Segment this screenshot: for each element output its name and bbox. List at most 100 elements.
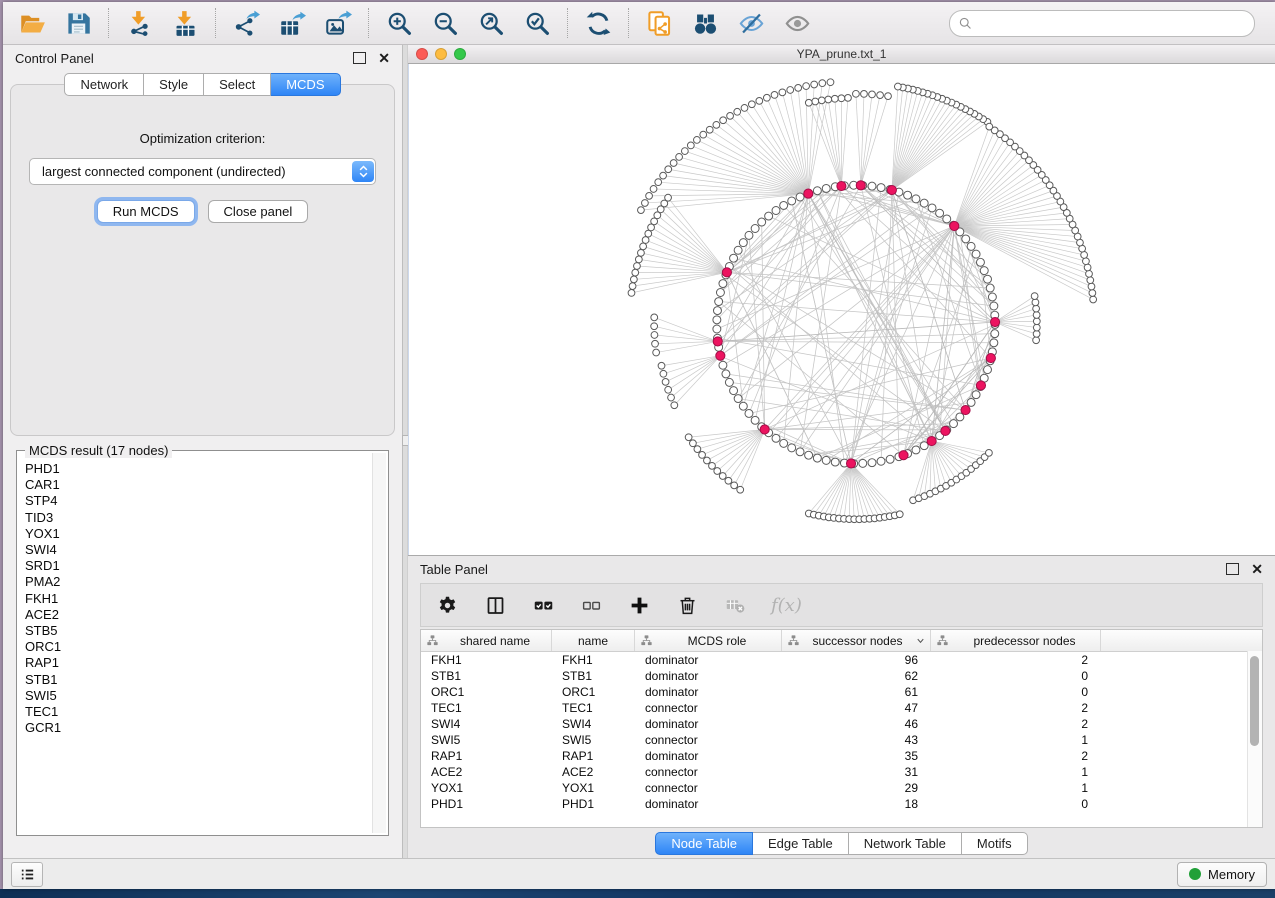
table-row[interactable]: ORC1ORC1dominator610 [421,684,1262,700]
table-row[interactable]: TEC1TEC1connector472 [421,700,1262,716]
table-toolbar-delete-row[interactable] [675,593,699,617]
table-toolbar-deselect-all[interactable] [579,593,603,617]
toolbar-button-open-file[interactable] [13,6,51,40]
toolbar-button-import-network[interactable] [120,6,158,40]
cell-shared-name: YOX1 [421,781,552,795]
table-row[interactable]: FKH1FKH1dominator962 [421,652,1262,668]
mcds-result-item[interactable]: SWI5 [25,688,372,704]
memory-button[interactable]: Memory [1177,862,1267,887]
tab-motifs[interactable]: Motifs [962,832,1028,855]
mcds-result-item[interactable]: STP4 [25,493,372,509]
toolbar-button-import-table[interactable] [166,6,204,40]
tab-node-table[interactable]: Node Table [655,832,753,855]
column-header-mcds-role[interactable]: MCDS role [635,630,782,651]
tab-style[interactable]: Style [144,73,204,96]
cell-successor-nodes: 43 [782,733,931,747]
toolbar-button-export-network[interactable] [227,6,265,40]
window-minimize-light[interactable] [435,48,447,60]
toolbar-button-export-table[interactable] [273,6,311,40]
mcds-result-item[interactable]: ACE2 [25,607,372,623]
float-panel-icon[interactable] [353,52,366,64]
mcds-result-item[interactable]: ORC1 [25,639,372,655]
table-toolbar-delete-table [723,593,747,617]
toolbar-button-zoom-out[interactable] [426,6,464,40]
mcds-result-item[interactable]: PMA2 [25,574,372,590]
mcds-result-item[interactable]: STB1 [25,672,372,688]
zoom-fit-icon [478,10,505,37]
table-toolbar-add-row[interactable] [627,593,651,617]
settings-gear-icon [437,595,458,616]
table-row[interactable]: SWI5SWI5connector431 [421,732,1262,748]
hide-selection-icon [738,10,765,37]
criterion-dropdown[interactable]: largest connected component (undirected) [29,158,376,185]
toolbar-button-export-image[interactable] [319,6,357,40]
task-history-button[interactable] [11,862,43,887]
table-row[interactable]: STB1STB1dominator620 [421,668,1262,684]
mcds-result-item[interactable]: RAP1 [25,655,372,671]
cell-successor-nodes: 31 [782,765,931,779]
toolbar-button-save-session[interactable] [59,6,97,40]
table-row[interactable]: SWI4SWI4dominator462 [421,716,1262,732]
search-box[interactable] [949,10,1255,37]
mcds-result-item[interactable]: TID3 [25,510,372,526]
toolbar-button-zoom-in[interactable] [380,6,418,40]
cell-shared-name: TEC1 [421,701,552,715]
toolbar-button-clone-network[interactable] [640,6,678,40]
mcds-result-item[interactable]: TEC1 [25,704,372,720]
cell-mcds-role: dominator [635,653,782,667]
tab-network-table[interactable]: Network Table [849,832,962,855]
close-table-panel-icon[interactable]: ✕ [1251,562,1263,576]
table-scrollbar-thumb[interactable] [1250,656,1259,746]
mcds-result-item[interactable]: YOX1 [25,526,372,542]
table-row[interactable]: YOX1YOX1connector291 [421,780,1262,796]
toolbar-button-zoom-fit[interactable] [472,6,510,40]
column-header-successor-nodes[interactable]: successor nodes [782,630,931,651]
toolbar-button-refresh[interactable] [579,6,617,40]
cell-name: SWI4 [552,717,635,731]
table-toolbar-select-all[interactable] [531,593,555,617]
toolbar-button-binoculars[interactable] [686,6,724,40]
run-mcds-button[interactable]: Run MCDS [97,200,195,223]
cell-predecessor-nodes: 0 [931,797,1101,811]
table-row[interactable]: PHD1PHD1dominator180 [421,796,1262,812]
search-input[interactable] [979,15,1246,32]
table-row[interactable]: RAP1RAP1dominator352 [421,748,1262,764]
table-toolbar-settings-gear[interactable] [435,593,459,617]
cell-shared-name: RAP1 [421,749,552,763]
optimization-criterion-label: Optimization criterion: [11,131,394,146]
close-panel-icon[interactable]: ✕ [378,51,390,65]
toolbar-separator [567,8,568,38]
result-scrollbar[interactable] [372,453,386,833]
toolbar-button-show-eye[interactable] [778,6,816,40]
toolbar-button-zoom-selected[interactable] [518,6,556,40]
table-toolbar-split-panel[interactable] [483,593,507,617]
network-canvas[interactable] [408,64,1275,555]
toolbar-button-hide-selection[interactable] [732,6,770,40]
mcds-result-item[interactable]: SWI4 [25,542,372,558]
task-list-icon [19,866,36,883]
column-header-shared-name[interactable]: shared name [421,630,552,651]
close-panel-button[interactable]: Close panel [208,200,309,223]
cell-name: PHD1 [552,797,635,811]
window-close-light[interactable] [416,48,428,60]
tab-edge-table[interactable]: Edge Table [753,832,849,855]
mcds-result-item[interactable]: PHD1 [25,461,372,477]
cell-mcds-role: dominator [635,669,782,683]
cell-mcds-role: connector [635,765,782,779]
tab-mcds[interactable]: MCDS [271,73,340,96]
mcds-result-item[interactable]: STB5 [25,623,372,639]
mcds-result-item[interactable]: GCR1 [25,720,372,736]
mcds-result-item[interactable]: FKH1 [25,591,372,607]
column-header-predecessor-nodes[interactable]: predecessor nodes [931,630,1101,651]
table-row[interactable]: ACE2ACE2connector311 [421,764,1262,780]
table-scrollbar[interactable] [1247,651,1262,827]
column-header-name[interactable]: name [552,630,635,651]
mcds-result-item[interactable]: SRD1 [25,558,372,574]
window-zoom-light[interactable] [454,48,466,60]
cell-predecessor-nodes: 2 [931,653,1101,667]
tab-network[interactable]: Network [64,73,144,96]
tab-select[interactable]: Select [204,73,271,96]
mcds-result-item[interactable]: CAR1 [25,477,372,493]
search-icon [958,16,973,31]
float-table-panel-icon[interactable] [1226,563,1239,575]
